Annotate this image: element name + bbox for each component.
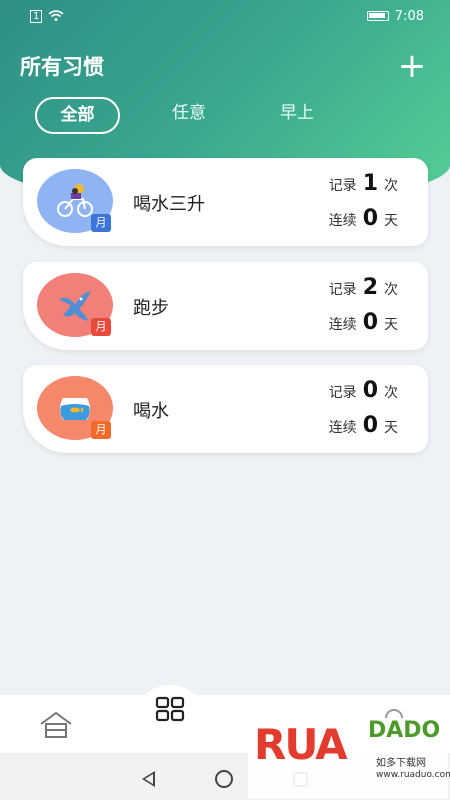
record-label: 记录 [328, 385, 357, 401]
monthly-badge: 月 [91, 214, 111, 232]
status-time: 7:08 [394, 8, 424, 24]
streak-count: 0 [362, 206, 378, 231]
grid-icon [155, 696, 185, 722]
monthly-badge: 月 [91, 318, 111, 336]
watermark-logo-sub: DADO [368, 718, 441, 743]
title-row: 所有习惯 + [20, 48, 430, 84]
record-count: 2 [362, 275, 378, 300]
streak-stat: 连续 0 天 [329, 310, 398, 335]
streak-label: 连续 [328, 317, 357, 333]
record-label: 记录 [328, 178, 357, 194]
habit-name: 喝水三升 [133, 194, 205, 215]
streak-label: 连续 [328, 213, 357, 229]
streak-unit: 天 [384, 420, 398, 436]
sim-indicator: 1 [30, 9, 43, 23]
streak-unit: 天 [384, 213, 398, 229]
record-stat: 记录 2 次 [329, 275, 398, 300]
system-home-icon[interactable] [215, 770, 233, 788]
streak-count: 0 [362, 413, 378, 438]
cyclist-icon [57, 184, 93, 217]
record-stat: 记录 1 次 [329, 171, 398, 196]
watermark-url: www.ruaduo.com [376, 770, 450, 780]
record-stat: 记录 0 次 [329, 378, 398, 403]
battery-icon [366, 11, 389, 21]
wifi-icon [48, 10, 64, 21]
watermark-logo: RUA [254, 720, 348, 769]
status-bar: 1 7:08 [0, 0, 450, 32]
record-label: 记录 [328, 282, 357, 298]
home-icon[interactable] [38, 711, 74, 739]
habits-grid-button[interactable] [140, 685, 200, 733]
streak-unit: 天 [384, 317, 398, 333]
watermark-site-name: 如多下载网 [376, 758, 426, 769]
add-habit-button[interactable]: + [394, 49, 430, 83]
habit-card[interactable]: 月 喝水 记录 0 次 连续 0 天 [23, 365, 428, 453]
habit-name: 喝水 [133, 401, 169, 422]
habit-card[interactable]: 月 喝水三升 记录 1 次 连续 0 天 [23, 158, 428, 246]
tab-all[interactable]: 全部 [35, 97, 120, 134]
monthly-badge: 月 [91, 421, 111, 439]
filter-tabs: 全部 任意 早上 [35, 97, 336, 134]
watermark: RUA DADO 如多下载网 www.ruaduo.com [248, 718, 450, 798]
tab-any[interactable]: 任意 [150, 97, 228, 134]
streak-label: 连续 [328, 420, 357, 436]
streak-stat: 连续 0 天 [329, 206, 398, 231]
record-unit: 次 [384, 178, 398, 194]
streak-count: 0 [362, 310, 378, 335]
record-count: 1 [362, 171, 378, 196]
record-unit: 次 [384, 282, 398, 298]
record-unit: 次 [384, 385, 398, 401]
habit-name: 跑步 [133, 298, 169, 319]
tab-morning[interactable]: 早上 [258, 97, 336, 134]
page-title: 所有习惯 [20, 55, 104, 79]
streak-stat: 连续 0 天 [329, 413, 398, 438]
fishbowl-icon [60, 398, 90, 420]
bird-icon [59, 291, 91, 321]
back-icon[interactable] [142, 771, 155, 787]
record-count: 0 [362, 378, 378, 403]
habit-card[interactable]: 月 跑步 记录 2 次 连续 0 天 [23, 262, 428, 350]
